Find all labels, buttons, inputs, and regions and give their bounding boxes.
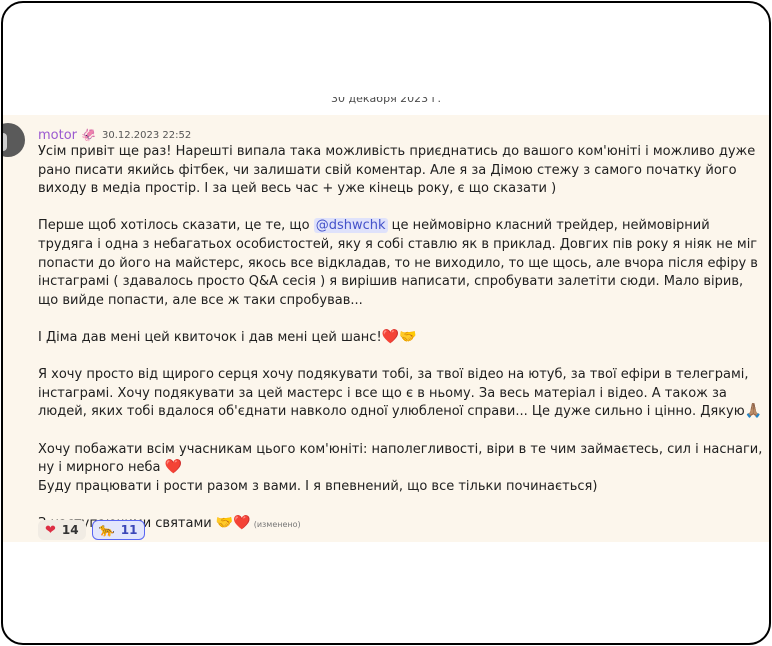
- edited-label: (изменено): [253, 519, 301, 529]
- avatar[interactable]: [3, 123, 25, 157]
- paragraph-7: З наступаючими святами 🤝❤️(изменено): [38, 515, 764, 535]
- leopard-icon: 🐆: [98, 522, 115, 538]
- paragraph-2: Перше щоб хотілось сказати, це те, що @d…: [38, 217, 764, 310]
- reaction-heart[interactable]: ❤ 14: [38, 520, 86, 540]
- message-timestamp: 30.12.2023 22:52: [101, 129, 192, 141]
- user-mention[interactable]: @dshwchk: [313, 218, 388, 234]
- screenshot-frame: 30 декабря 2023 г. motor 🦑 30.12.2023 22…: [1, 1, 771, 645]
- heart-icon: ❤: [45, 522, 56, 538]
- role-icon: 🦑: [81, 128, 96, 142]
- pray-emoji: 🙏🏽: [744, 403, 763, 420]
- reaction-count: 14: [61, 523, 79, 537]
- message-header: motor 🦑 30.12.2023 22:52: [38, 126, 191, 144]
- paragraph-1: Усім привіт ще раз! Нарешті випала така …: [38, 144, 756, 197]
- paragraph-2-start: Перше щоб хотілось сказати, це те, що: [38, 218, 314, 234]
- paragraph-4: Я хочу просто від щирого серця хочу подя…: [38, 366, 764, 422]
- paragraph-3-text: І Діма дав мені цей квиточок і дав мені …: [38, 329, 382, 345]
- paragraph-4-text: Я хочу просто від щирого серця хочу подя…: [38, 367, 749, 420]
- reactions-bar: ❤ 14 🐆 11: [38, 520, 145, 540]
- heart-handshake-emoji: ❤️🤝: [381, 328, 417, 345]
- paragraph-5-text: Хочу побажати всім учасникам цього ком'ю…: [38, 441, 763, 476]
- message: motor 🦑 30.12.2023 22:52 Усім привіт ще …: [3, 115, 769, 542]
- paragraph-5: Хочу побажати всім учасникам цього ком'ю…: [38, 441, 764, 478]
- author-name[interactable]: motor: [38, 128, 77, 143]
- date-divider: 30 декабря 2023 г.: [3, 97, 769, 111]
- reaction-count: 11: [120, 523, 138, 537]
- handshake-heart-emoji: 🤝❤️: [215, 514, 251, 531]
- paragraph-3: І Діма дав мені цей квиточок і дав мені …: [38, 329, 764, 348]
- reaction-leopard[interactable]: 🐆 11: [91, 520, 145, 540]
- paragraph-6: Буду працювати і рости разом з вами. І я…: [38, 478, 598, 494]
- message-content: Усім привіт ще раз! Нарешті випала така …: [38, 143, 764, 534]
- date-divider-label: 30 декабря 2023 г.: [331, 97, 441, 105]
- heart-emoji: ❤️: [164, 459, 183, 476]
